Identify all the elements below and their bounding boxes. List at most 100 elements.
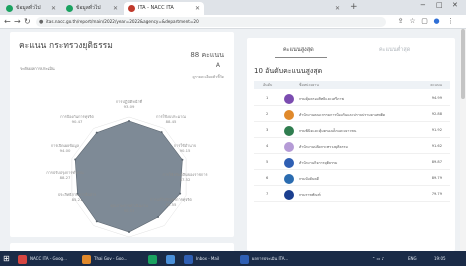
table-row[interactable]: 4 สำนักงานปลัดกระทรวงยุติธรรม 91.62 xyxy=(254,139,450,154)
rank-cell: 5 xyxy=(266,160,269,164)
chrome-icon xyxy=(18,255,27,264)
close-window-button[interactable]: ✕ xyxy=(452,1,458,9)
site-icon xyxy=(128,5,135,12)
score-cell: 92.88 xyxy=(431,112,442,116)
rank-cell: 6 xyxy=(266,176,269,180)
close-icon[interactable]: ✕ xyxy=(195,2,200,15)
agency-logo-icon xyxy=(284,94,294,104)
tab-label: ITA - NACC ITA xyxy=(138,5,174,11)
minimize-button[interactable]: − xyxy=(420,1,426,9)
lock-icon: ● xyxy=(39,19,44,25)
profile-icon[interactable]: ● xyxy=(432,17,441,26)
agency-logo-icon xyxy=(284,158,294,168)
agency-logo-icon xyxy=(284,190,294,200)
browser-tab-2[interactable]: ข้อมูลทั่วไป ✕ xyxy=(62,2,122,15)
close-icon[interactable]: ✕ xyxy=(51,2,56,15)
app-icon xyxy=(166,255,175,264)
details-link[interactable]: ดูรายละเอียดตัวชี้วัด xyxy=(193,74,225,80)
clock[interactable]: 19:05 xyxy=(434,252,446,265)
agency-cell: กรมพินิจและคุ้มครองเด็กและเยาวชน xyxy=(299,129,357,133)
grade-caption: ระดับผลการประเมิน xyxy=(20,66,55,71)
ministry-score-card: คะแนน กระทรวงยุติธรรม 88 คะแนน ระดับผลกา… xyxy=(10,32,234,238)
windows-start-icon[interactable]: ⊞ xyxy=(3,252,13,265)
reload-icon[interactable]: ↻ xyxy=(24,16,31,28)
table-row[interactable]: 3 กรมพินิจและคุ้มครองเด็กและเยาวชน 91.92 xyxy=(254,123,450,138)
browser-tab-bar: ข้อมูลทั่วไป ✕ ข้อมูลทั่วไป ✕ ITA - NACC… xyxy=(0,0,466,15)
agency-cell: สำนักงานคณะกรรมการป้องกันและปราบปรามยาเส… xyxy=(299,113,386,117)
taskbar-app-1[interactable]: NACC ITA - Goog... xyxy=(18,252,78,265)
tab-highest-score[interactable]: คะแนนสูงสุด xyxy=(283,46,314,54)
radar-label: การปรับปรุงการทำงาน 88.27 xyxy=(46,170,84,180)
star-icon[interactable]: ☆ xyxy=(408,17,417,26)
radar-label: การเปิดเผยข้อมูล 94.00 xyxy=(50,143,80,153)
radar-label: การปฏิบัติหน้าที่ 93.09 xyxy=(115,99,143,109)
table-header: อันดับ ชื่อหน่วยงาน คะแนน xyxy=(254,81,450,89)
close-icon[interactable]: ✕ xyxy=(113,2,118,15)
back-arrow-icon[interactable]: ← xyxy=(4,16,11,28)
page-scrollbar[interactable] xyxy=(460,29,466,251)
maximize-button[interactable]: □ xyxy=(436,1,443,9)
card-title: คะแนน กระทรวงยุติธรรม xyxy=(19,41,113,51)
agency-cell: สำนักงานปลัดกระทรวงยุติธรรม xyxy=(299,145,348,149)
col-score: คะแนน xyxy=(430,83,442,87)
agency-logo-icon xyxy=(284,110,294,120)
taskbar-app-5[interactable]: Inbox - Mail xyxy=(184,252,230,265)
app-icon xyxy=(148,255,157,264)
ranking-card: คะแนนสูงสุด คะแนนต่ำสุด 10 อันดับคะแนนสู… xyxy=(247,38,455,251)
browser-icon xyxy=(82,255,91,264)
score-cell: 89.79 xyxy=(431,176,442,180)
new-tab-button[interactable]: + xyxy=(350,2,358,13)
scrollbar-thumb[interactable] xyxy=(461,29,465,99)
taskbar-app-2[interactable]: Thai Gov - Goo... xyxy=(82,252,142,265)
col-agency: ชื่อหน่วยงาน xyxy=(299,83,319,87)
agency-cell: สำนักงานกิจการยุติธรรม xyxy=(299,161,338,165)
extension-icon[interactable]: ▢ xyxy=(420,17,429,26)
share-icon[interactable]: ⇪ xyxy=(396,17,405,26)
agency-cell: กรมราชทัณฑ์ xyxy=(299,193,321,197)
table-row[interactable]: 1 กรมคุ้มครองสิทธิและเสรีภาพ 94.99 xyxy=(254,91,450,106)
radar-label: คุณภาพการดำเนินงาน 90.53 xyxy=(110,203,148,213)
radar-label: การใช้อำนาจ 90.15 xyxy=(173,143,197,153)
score-cell: 91.92 xyxy=(431,128,442,132)
rank-cell: 4 xyxy=(266,144,269,148)
agency-cell: กรมบังคับคดี xyxy=(299,177,319,181)
word-icon xyxy=(240,255,249,264)
tab-lowest-score[interactable]: คะแนนต่ำสุด xyxy=(379,46,410,54)
site-icon xyxy=(66,5,73,12)
table-row[interactable]: 5 สำนักงานกิจการยุติธรรม 89.87 xyxy=(254,155,450,170)
radar-label: การใช้ทรัพย์สินของราชการ 87.52 xyxy=(162,172,208,182)
table-row[interactable]: 7 กรมราชทัณฑ์ 79.79 xyxy=(254,187,450,202)
address-bar[interactable]: ● itas.nacc.go.th/report/main/2022/year=… xyxy=(36,17,386,27)
browser-tab-active[interactable]: ITA - NACC ITA ✕ xyxy=(124,2,204,15)
input-language[interactable]: ENG xyxy=(408,252,417,265)
browser-toolbar: ← → ↻ ● itas.nacc.go.th/report/main/2022… xyxy=(0,15,466,29)
page-content: คะแนน กระทรวงยุติธรรม 88 คะแนน ระดับผลกา… xyxy=(0,29,466,253)
col-rank: อันดับ xyxy=(263,83,273,87)
table-row[interactable]: 6 กรมบังคับคดี 89.79 xyxy=(254,171,450,186)
ranking-tabs: คะแนนสูงสุด คะแนนต่ำสุด xyxy=(247,38,455,58)
active-tab-indicator xyxy=(275,57,327,58)
taskbar-app-4[interactable] xyxy=(164,252,178,265)
table-row[interactable]: 2 สำนักงานคณะกรรมการป้องกันและปราบปรามยา… xyxy=(254,107,450,122)
tab-label: ข้อมูลทั่วไป xyxy=(16,5,41,11)
rank-cell: 2 xyxy=(266,112,269,116)
score-cell: 79.79 xyxy=(431,192,442,196)
ranking-heading: 10 อันดับคะแนนสูงสุด xyxy=(254,67,323,75)
taskbar-app-3[interactable] xyxy=(146,252,160,265)
rank-cell: 7 xyxy=(266,192,269,196)
browser-tab-1[interactable]: ข้อมูลทั่วไป ✕ xyxy=(2,2,60,15)
radar-label: ประสิทธิภาพการสื่อสาร 85.21 xyxy=(57,192,97,202)
browser-tab-blank[interactable]: ✕ xyxy=(206,2,344,15)
rank-cell: 1 xyxy=(266,96,269,100)
tray-icons[interactable]: ⌃ ▭ ♪ xyxy=(372,252,384,265)
taskbar-app-6[interactable]: ผลการประเมิน ITA... xyxy=(240,252,302,265)
rank-cell: 3 xyxy=(266,128,269,132)
mail-icon xyxy=(184,255,193,264)
agency-logo-icon xyxy=(284,174,294,184)
score-value: 88 คะแนน xyxy=(190,51,224,59)
menu-icon[interactable]: ⋮ xyxy=(446,17,455,26)
forward-arrow-icon[interactable]: → xyxy=(14,16,21,28)
close-icon[interactable]: ✕ xyxy=(335,2,340,15)
os-taskbar: ⊞ NACC ITA - Goog... Thai Gov - Goo... I… xyxy=(0,251,466,266)
agency-cell: กรมคุ้มครองสิทธิและเสรีภาพ xyxy=(299,97,344,101)
